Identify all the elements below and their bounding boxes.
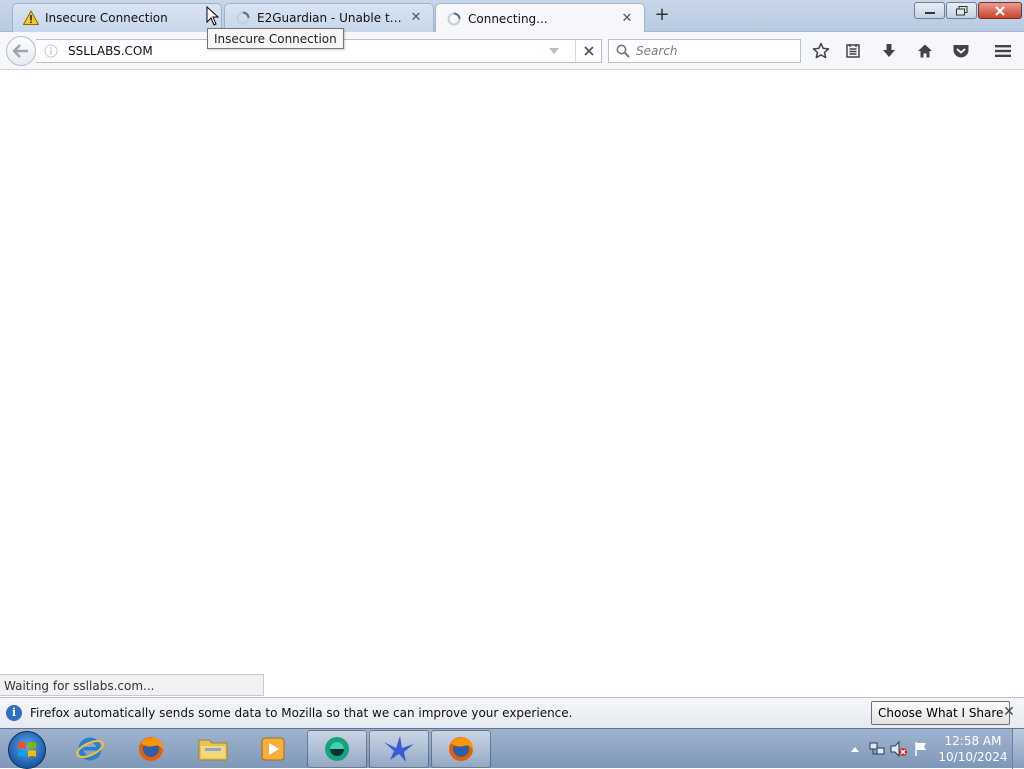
start-button[interactable]: [8, 731, 46, 769]
folder-icon: [198, 739, 228, 761]
tab-label: E2Guardian - Unable to loa...: [257, 11, 403, 25]
close-window-button[interactable]: [978, 2, 1022, 19]
tab-insecure-connection[interactable]: Insecure Connection: [12, 3, 222, 32]
bookmarks-list-icon: [846, 44, 860, 58]
taskbar-clock[interactable]: 12:58 AM 10/10/2024: [938, 733, 1008, 765]
loading-icon: [235, 10, 251, 26]
tab-tooltip: Insecure Connection: [207, 28, 344, 49]
taskbar-globe-app[interactable]: [307, 730, 367, 768]
home-icon: [918, 44, 932, 58]
windows-logo-icon: [18, 742, 36, 757]
notification-text: Firefox automatically sends some data to…: [30, 706, 573, 720]
stop-button[interactable]: [575, 40, 601, 62]
choose-what-i-share-button[interactable]: Choose What I Share: [871, 701, 1011, 725]
download-arrow-icon: [883, 44, 895, 57]
clock-date: 10/10/2024: [938, 750, 1008, 764]
tab-strip: Insecure Connection E2Guardian - Unable …: [0, 0, 1024, 33]
taskbar-media-player[interactable]: [243, 730, 303, 768]
info-icon: i: [6, 705, 22, 721]
tab-label: Insecure Connection: [45, 11, 168, 25]
pocket-icon: [953, 45, 969, 58]
notification-close-icon[interactable]: ✕: [1002, 705, 1016, 719]
bookmarks-menu-button[interactable]: [841, 40, 865, 62]
tab-label: Connecting...: [468, 11, 548, 26]
media-player-icon: [261, 737, 285, 761]
new-tab-button[interactable]: +: [651, 5, 673, 27]
page-content-area: [0, 71, 1024, 696]
taskbar-bird-app[interactable]: [369, 730, 429, 768]
back-button[interactable]: [6, 36, 36, 66]
taskbar-firefox-running[interactable]: [431, 730, 491, 768]
system-tray: [844, 729, 932, 769]
network-icon[interactable]: [866, 739, 888, 759]
volume-muted-icon[interactable]: [888, 739, 910, 759]
loading-icon: [446, 11, 462, 27]
show-hidden-icons-arrow-icon[interactable]: [844, 739, 866, 759]
downloads-button[interactable]: [877, 40, 901, 62]
action-center-flag-icon[interactable]: [910, 739, 932, 759]
bookmark-star-button[interactable]: [809, 40, 833, 62]
star-icon: [812, 42, 830, 59]
minimize-button[interactable]: [914, 2, 945, 19]
close-icon: [995, 5, 1005, 16]
restore-icon: [955, 5, 967, 15]
status-panel: Waiting for ssllabs.com...: [0, 674, 264, 696]
internet-explorer-icon: [76, 737, 104, 761]
stop-icon: [583, 46, 594, 56]
show-desktop-button[interactable]: [1012, 729, 1024, 769]
search-input[interactable]: Search: [636, 44, 678, 58]
taskbar-internet-explorer[interactable]: [60, 730, 120, 768]
clock-time: 12:58 AM: [944, 734, 1002, 748]
minimize-icon: [924, 11, 935, 14]
site-info-icon[interactable]: [42, 44, 60, 58]
mouse-cursor-icon: [206, 5, 220, 29]
firefox-icon: [139, 737, 163, 761]
search-bar[interactable]: Search: [608, 39, 801, 63]
home-button[interactable]: [913, 40, 937, 62]
taskbar-firefox[interactable]: [121, 730, 181, 768]
window-controls: [913, 2, 1022, 19]
hamburger-menu-icon: [995, 45, 1011, 57]
notification-bar: i Firefox automatically sends some data …: [0, 697, 1024, 728]
search-icon: [612, 44, 634, 58]
tab-close-icon[interactable]: ✕: [409, 11, 423, 25]
menu-button[interactable]: [991, 40, 1015, 62]
warning-icon: [23, 10, 39, 26]
tab-connecting[interactable]: Connecting... ✕: [435, 3, 645, 33]
windows-taskbar: 12:58 AM 10/10/2024: [0, 728, 1024, 769]
url-dropdown-icon[interactable]: [545, 47, 563, 55]
firefox-icon: [449, 737, 473, 761]
globe-app-icon: [325, 737, 349, 761]
pocket-button[interactable]: [949, 40, 973, 62]
bird-icon: [384, 736, 414, 762]
restore-button[interactable]: [946, 2, 977, 19]
taskbar-file-explorer[interactable]: [183, 730, 243, 768]
back-arrow-icon: [13, 44, 28, 58]
navigation-toolbar: SSLLABS.COM Search: [0, 32, 1024, 70]
tab-close-icon[interactable]: ✕: [620, 11, 634, 26]
